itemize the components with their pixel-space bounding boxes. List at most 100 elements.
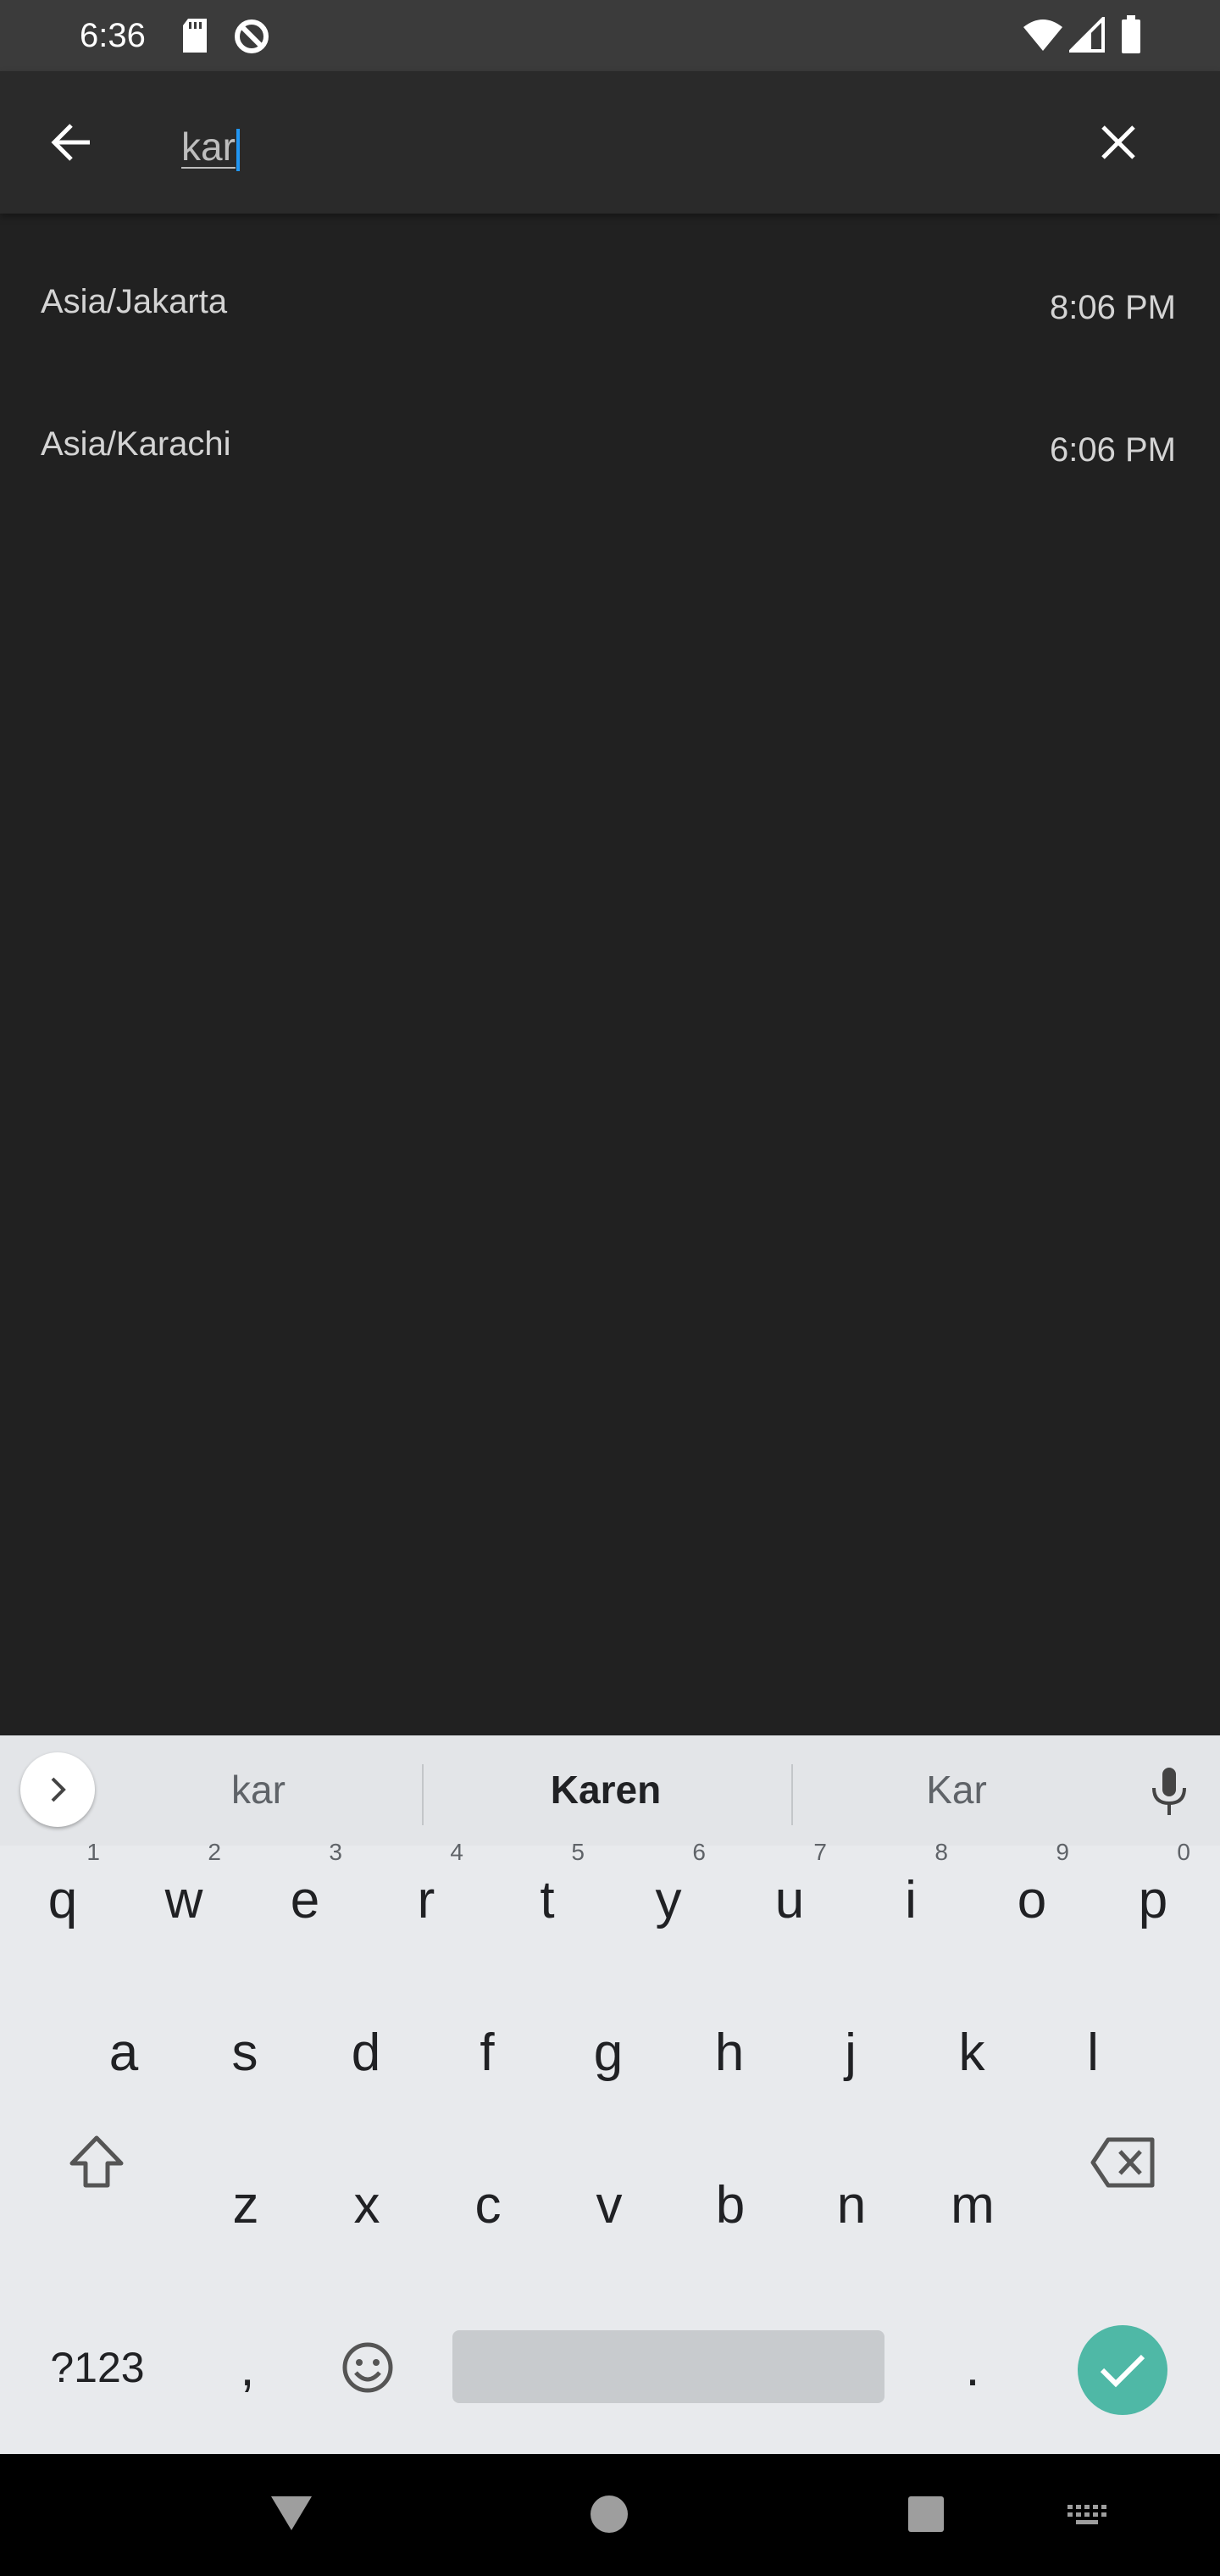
key-o[interactable]: o9 xyxy=(990,1839,1074,1959)
key-t[interactable]: t5 xyxy=(505,1839,590,1959)
sd-card-icon xyxy=(183,19,207,53)
key-label: m xyxy=(951,2175,995,2235)
navigation-bar xyxy=(0,2454,1220,2576)
key-u[interactable]: u7 xyxy=(747,1839,832,1959)
key-r[interactable]: r4 xyxy=(384,1839,469,1959)
key-m[interactable]: m xyxy=(930,2146,1015,2264)
suggestion-divider xyxy=(422,1764,424,1825)
key-hint: 1 xyxy=(86,1839,100,1865)
key-label: s xyxy=(231,2023,258,2082)
key-v[interactable]: v xyxy=(567,2146,652,2264)
key-label: w xyxy=(164,1870,203,1929)
backspace-icon xyxy=(1090,2137,1155,2188)
timezone-name: Asia/Karachi xyxy=(41,425,231,463)
key-label: t xyxy=(540,1870,555,1929)
key-label: o xyxy=(1017,1870,1047,1929)
key-k[interactable]: k xyxy=(929,1993,1014,2112)
suggestion-2[interactable]: Karen xyxy=(500,1764,712,1815)
key-label: d xyxy=(351,2023,381,2082)
key-hint: 8 xyxy=(934,1839,948,1865)
key-label: q xyxy=(47,1870,78,1929)
key-n[interactable]: n xyxy=(809,2146,894,2264)
key-z[interactable]: z xyxy=(203,2146,288,2264)
key-label: b xyxy=(715,2175,746,2235)
signal-icon xyxy=(1069,17,1105,53)
clear-search-button[interactable] xyxy=(1084,108,1152,176)
home-circle-icon[interactable] xyxy=(590,2495,629,2534)
key-f[interactable]: f xyxy=(445,1993,530,2112)
back-button[interactable] xyxy=(34,108,108,176)
checkmark-icon xyxy=(1100,2354,1145,2388)
suggestion-strip: kar Karen Kar xyxy=(0,1735,1220,1846)
keyboard-switch-icon[interactable] xyxy=(1066,2503,1108,2527)
key-p[interactable]: p0 xyxy=(1111,1839,1195,1959)
space-key[interactable] xyxy=(452,2330,884,2403)
suggestion-divider xyxy=(791,1764,793,1825)
back-triangle-icon[interactable] xyxy=(269,2495,313,2532)
key-d[interactable]: d xyxy=(324,1993,408,2112)
microphone-icon[interactable] xyxy=(1145,1764,1193,1818)
key-label: n xyxy=(836,2175,867,2235)
key-e[interactable]: e3 xyxy=(263,1839,347,1959)
key-label: i xyxy=(905,1870,917,1929)
key-s[interactable]: s xyxy=(202,1993,287,2112)
key-c[interactable]: c xyxy=(446,2146,530,2264)
key-b[interactable]: b xyxy=(688,2146,773,2264)
timezone-results-list: Asia/Jakarta 8:06 PM Asia/Karachi 6:06 P… xyxy=(0,214,1220,498)
list-item[interactable]: Asia/Karachi 6:06 PM xyxy=(0,356,1220,498)
key-q[interactable]: q1 xyxy=(20,1839,105,1959)
comma-key[interactable]: , xyxy=(205,2308,290,2427)
key-y[interactable]: y6 xyxy=(626,1839,711,1959)
key-label: y xyxy=(655,1870,682,1929)
timezone-time: 8:06 PM xyxy=(1050,289,1176,326)
key-hint: 0 xyxy=(1177,1839,1190,1865)
key-a[interactable]: a xyxy=(81,1993,166,2112)
key-label: c xyxy=(474,2175,502,2235)
key-g[interactable]: g xyxy=(566,1993,651,2112)
key-label: u xyxy=(774,1870,805,1929)
keyboard: kar Karen Kar q1w2e3r4t5y6u7i8o9p0asdfgh… xyxy=(0,1735,1220,2454)
close-icon xyxy=(1101,125,1135,159)
suggestion-1[interactable]: kar xyxy=(152,1764,364,1815)
text-cursor xyxy=(236,128,240,171)
key-label: l xyxy=(1087,2023,1099,2082)
expand-suggestions-button[interactable] xyxy=(20,1752,95,1827)
timezone-name: Asia/Jakarta xyxy=(41,283,228,320)
search-input[interactable]: kar xyxy=(181,117,1029,176)
search-bar: kar xyxy=(0,71,1220,214)
period-key[interactable]: . xyxy=(930,2308,1015,2427)
key-label: f xyxy=(480,2023,495,2082)
key-x[interactable]: x xyxy=(324,2146,409,2264)
status-bar: 6:36 xyxy=(0,0,1220,71)
arrow-left-icon xyxy=(51,124,90,161)
backspace-key[interactable] xyxy=(1081,2103,1166,2222)
battery-icon xyxy=(1122,15,1140,53)
suggestion-3[interactable]: Kar xyxy=(851,1764,1062,1815)
enter-key[interactable] xyxy=(1078,2325,1167,2415)
key-label: a xyxy=(108,2023,139,2082)
key-hint: 5 xyxy=(571,1839,585,1865)
key-j[interactable]: j xyxy=(808,1993,893,2112)
key-hint: 4 xyxy=(450,1839,463,1865)
emoji-key[interactable] xyxy=(325,2308,410,2427)
key-label: v xyxy=(596,2175,623,2235)
do-not-disturb-icon xyxy=(235,19,269,53)
recents-square-icon[interactable] xyxy=(907,2495,946,2534)
key-hint: 3 xyxy=(329,1839,342,1865)
key-h[interactable]: h xyxy=(687,1993,772,2112)
list-item[interactable]: Asia/Jakarta 8:06 PM xyxy=(0,214,1220,356)
emoji-icon xyxy=(342,2342,393,2393)
shift-icon xyxy=(69,2135,124,2188)
search-query: kar xyxy=(181,125,236,169)
symbols-key[interactable]: ?123 xyxy=(34,2308,161,2427)
timezone-time: 6:06 PM xyxy=(1050,431,1176,469)
key-hint: 6 xyxy=(692,1839,706,1865)
key-label: r xyxy=(417,1870,435,1929)
key-label: p xyxy=(1138,1870,1168,1929)
key-hint: 9 xyxy=(1056,1839,1069,1865)
key-i[interactable]: i8 xyxy=(868,1839,953,1959)
key-l[interactable]: l xyxy=(1051,1993,1135,2112)
key-label: h xyxy=(714,2023,745,2082)
shift-key[interactable] xyxy=(54,2103,139,2222)
key-w[interactable]: w2 xyxy=(141,1839,226,1959)
